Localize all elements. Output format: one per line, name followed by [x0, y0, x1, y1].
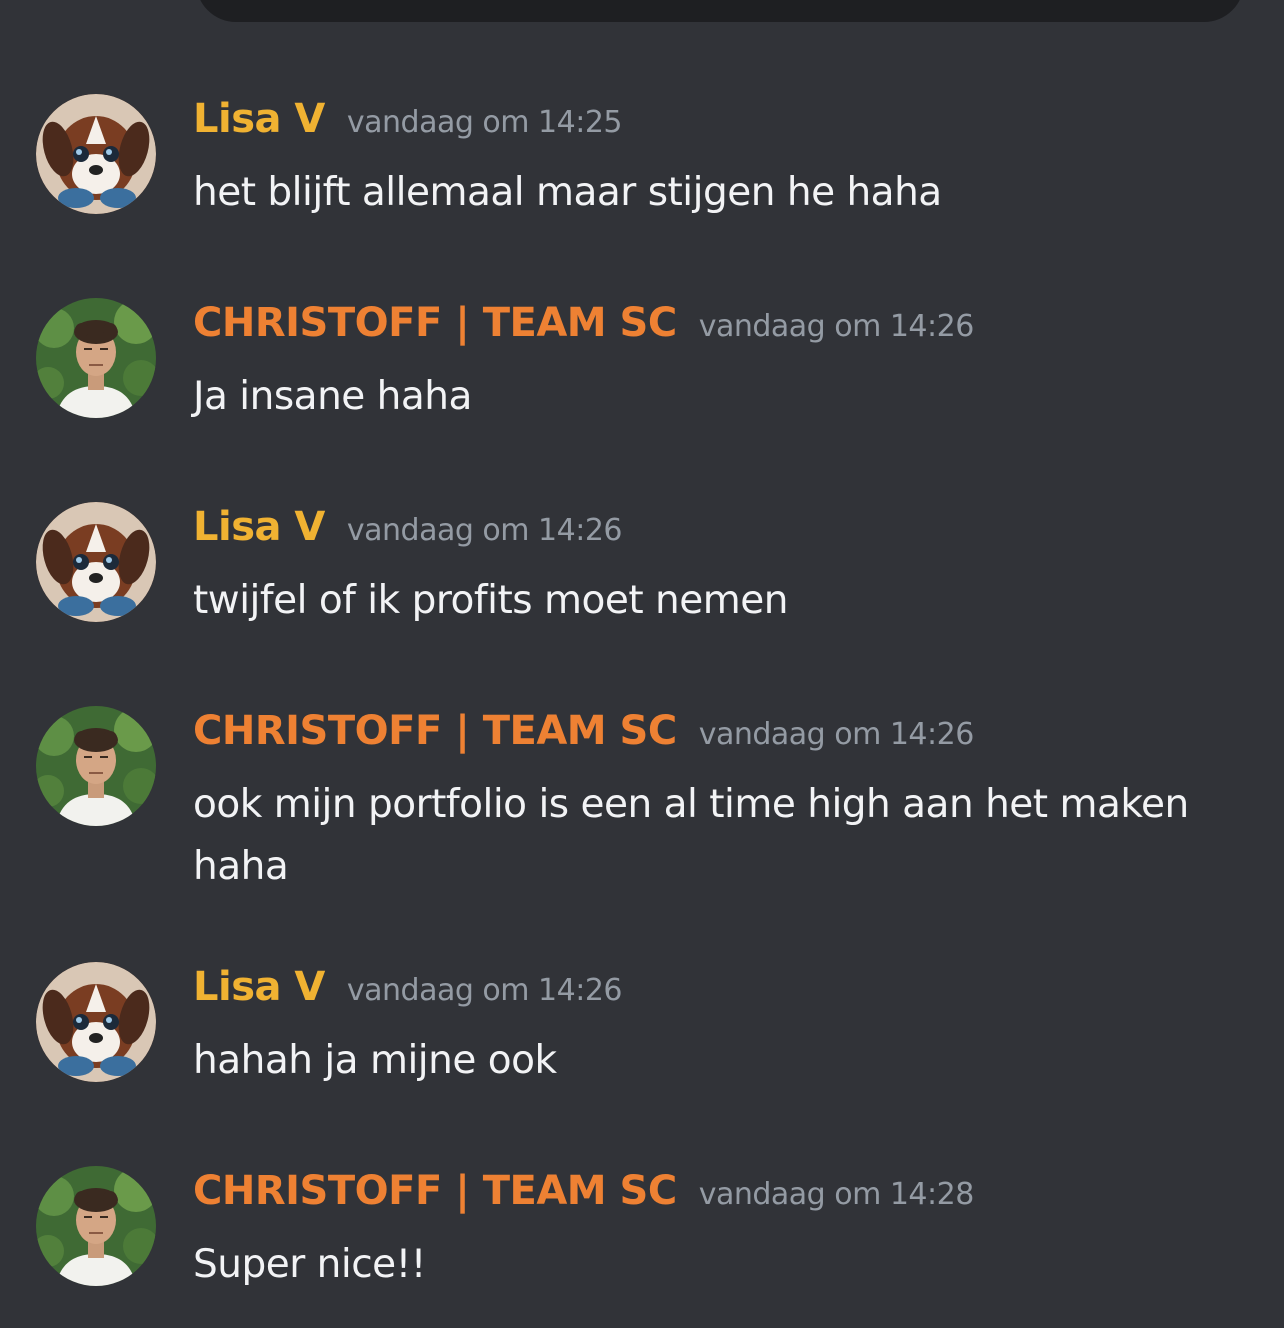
author-name[interactable]: Lisa V	[193, 964, 325, 1010]
message-header: Lisa V vandaag om 14:25	[193, 96, 623, 142]
message-text: ook mijn portfolio is een al time high a…	[193, 782, 1189, 889]
message-input-bar[interactable]	[196, 0, 1244, 22]
puppy-avatar-icon[interactable]	[36, 94, 156, 214]
message-timestamp: vandaag om 14:26	[346, 973, 623, 1008]
message-timestamp: vandaag om 14:28	[698, 1177, 975, 1212]
message-text: twijfel of ik profits moet nemen	[193, 578, 788, 623]
message-timestamp: vandaag om 14:25	[346, 105, 623, 140]
author-name[interactable]: CHRISTOFF | TEAM SC	[193, 708, 677, 754]
message-text: Ja insane haha	[193, 374, 472, 419]
message-header: CHRISTOFF | TEAM SC vandaag om 14:28	[193, 1168, 974, 1214]
man-portrait-avatar-icon[interactable]	[36, 1166, 156, 1286]
author-name[interactable]: CHRISTOFF | TEAM SC	[193, 300, 677, 346]
message-header: Lisa V vandaag om 14:26	[193, 504, 623, 550]
puppy-avatar-icon[interactable]	[36, 502, 156, 622]
message-header: Lisa V vandaag om 14:26	[193, 964, 623, 1010]
message-text: het blijft allemaal maar stijgen he haha	[193, 170, 942, 215]
author-name[interactable]: Lisa V	[193, 504, 325, 550]
message-timestamp: vandaag om 14:26	[698, 717, 975, 752]
message-timestamp: vandaag om 14:26	[698, 309, 975, 344]
message-text: Super nice!!	[193, 1242, 426, 1287]
message-header: CHRISTOFF | TEAM SC vandaag om 14:26	[193, 300, 974, 346]
man-portrait-avatar-icon[interactable]	[36, 298, 156, 418]
message-timestamp: vandaag om 14:26	[346, 513, 623, 548]
man-portrait-avatar-icon[interactable]	[36, 706, 156, 826]
message-header: CHRISTOFF | TEAM SC vandaag om 14:26	[193, 708, 974, 754]
puppy-avatar-icon[interactable]	[36, 962, 156, 1082]
chat-view: Lisa V vandaag om 14:25 het blijft allema…	[0, 0, 1284, 1328]
author-name[interactable]: CHRISTOFF | TEAM SC	[193, 1168, 677, 1214]
message-text: hahah ja mijne ook	[193, 1038, 557, 1083]
author-name[interactable]: Lisa V	[193, 96, 325, 142]
